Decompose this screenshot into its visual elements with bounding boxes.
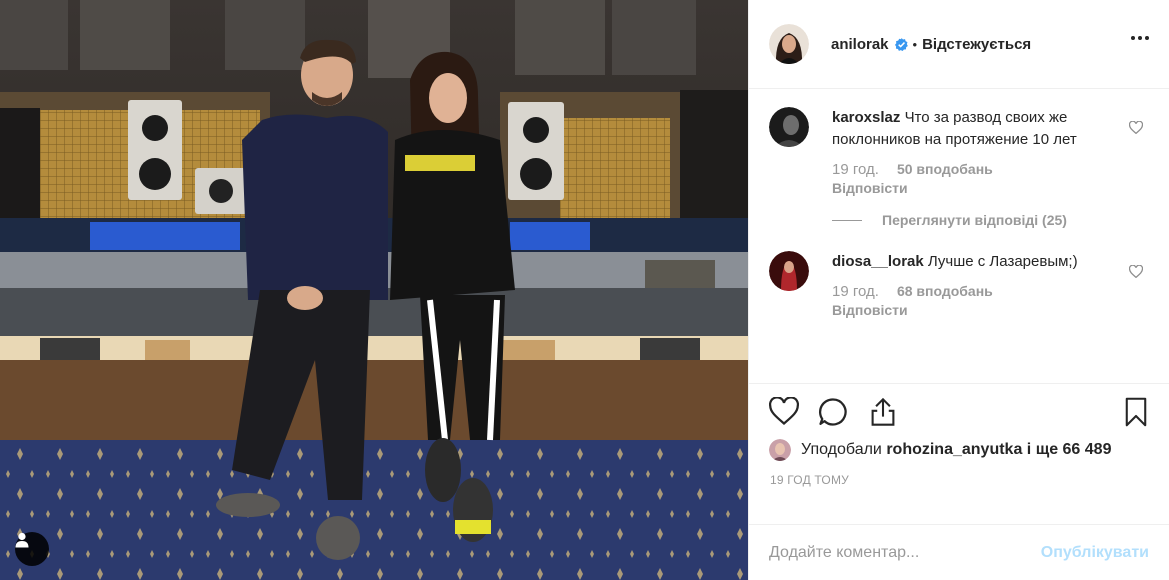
replies-divider-line [832,219,862,221]
liker-avatar-image [769,439,791,461]
comment-likes[interactable]: 68 вподобань [897,283,993,299]
post-timestamp[interactable]: 19 ГОД ТОМУ [749,465,1169,501]
bookmark-icon[interactable] [1124,397,1148,427]
comment-meta: 19 год. 68 вподобань [832,283,1098,300]
author-avatar-image [769,24,809,64]
user-tag-icon [15,532,29,548]
publish-button[interactable]: Опублікувати [1041,544,1149,562]
instagram-post: anilorak • Відстежується karoxslaz Что з… [0,0,1169,580]
comment-input[interactable] [769,543,1041,562]
liker-username[interactable]: rohozina_anyutka [886,441,1022,458]
share-icon[interactable] [870,397,896,427]
likes-count[interactable]: і ще 66 489 [1027,441,1112,458]
comment-meta: 19 год. 50 вподобань [832,161,1098,178]
comment-avatar-image [769,251,809,291]
more-options-icon[interactable] [1131,36,1149,40]
verified-badge-icon [894,37,908,51]
likes-summary: Уподобали rohozina_anyutka і ще 66 489 [749,435,1169,465]
comment-time[interactable]: 19 год. [832,161,879,178]
comment-body: Лучше с Лазаревым;) [927,253,1078,270]
comment-avatar[interactable] [769,107,809,147]
likes-text: Уподобали rohozina_anyutka і ще 66 489 [801,441,1111,459]
add-comment-bar: Опублікувати [749,524,1169,580]
header-separator: • [912,36,918,52]
comment-username[interactable]: karoxslaz [832,109,900,126]
comment-text: karoxslaz Что за развод своих же поклонн… [832,107,1098,151]
author-avatar[interactable] [769,24,809,64]
comments-list[interactable]: karoxslaz Что за развод своих же поклонн… [749,89,1169,383]
post-header: anilorak • Відстежується [749,0,1169,89]
comment-avatar-image [769,107,809,147]
post-side-panel: anilorak • Відстежується karoxslaz Что з… [748,0,1169,580]
comment-item: karoxslaz Что за развод своих же поклонн… [769,107,1149,196]
comment-username[interactable]: diosa__lorak [832,253,924,270]
liker-avatar[interactable] [769,439,791,461]
heart-icon[interactable] [769,397,799,425]
reply-button[interactable]: Відповісти [832,302,1098,318]
reply-button[interactable]: Відповісти [832,180,1098,196]
comment-time[interactable]: 19 год. [832,283,879,300]
comment-like-heart-icon[interactable] [1129,121,1143,134]
post-actions-bar [749,383,1169,435]
studio-photo-illustration [0,0,748,580]
view-replies-button[interactable]: Переглянути відповіді (25) [832,212,1149,228]
author-username[interactable]: anilorak [831,36,889,53]
post-photo[interactable] [0,0,748,580]
comment-avatar[interactable] [769,251,809,291]
view-replies-label: Переглянути відповіді (25) [882,212,1067,228]
comment-likes[interactable]: 50 вподобань [897,161,993,177]
comment-icon[interactable] [818,397,848,427]
comment-text: diosa__lorak Лучше с Лазаревым;) [832,251,1098,273]
likes-prefix: Уподобали [801,441,882,458]
following-button[interactable]: Відстежується [922,36,1031,53]
comment-item: diosa__lorak Лучше с Лазаревым;) 19 год.… [769,251,1149,318]
comment-like-heart-icon[interactable] [1129,265,1143,278]
user-tag-button[interactable] [15,532,49,566]
